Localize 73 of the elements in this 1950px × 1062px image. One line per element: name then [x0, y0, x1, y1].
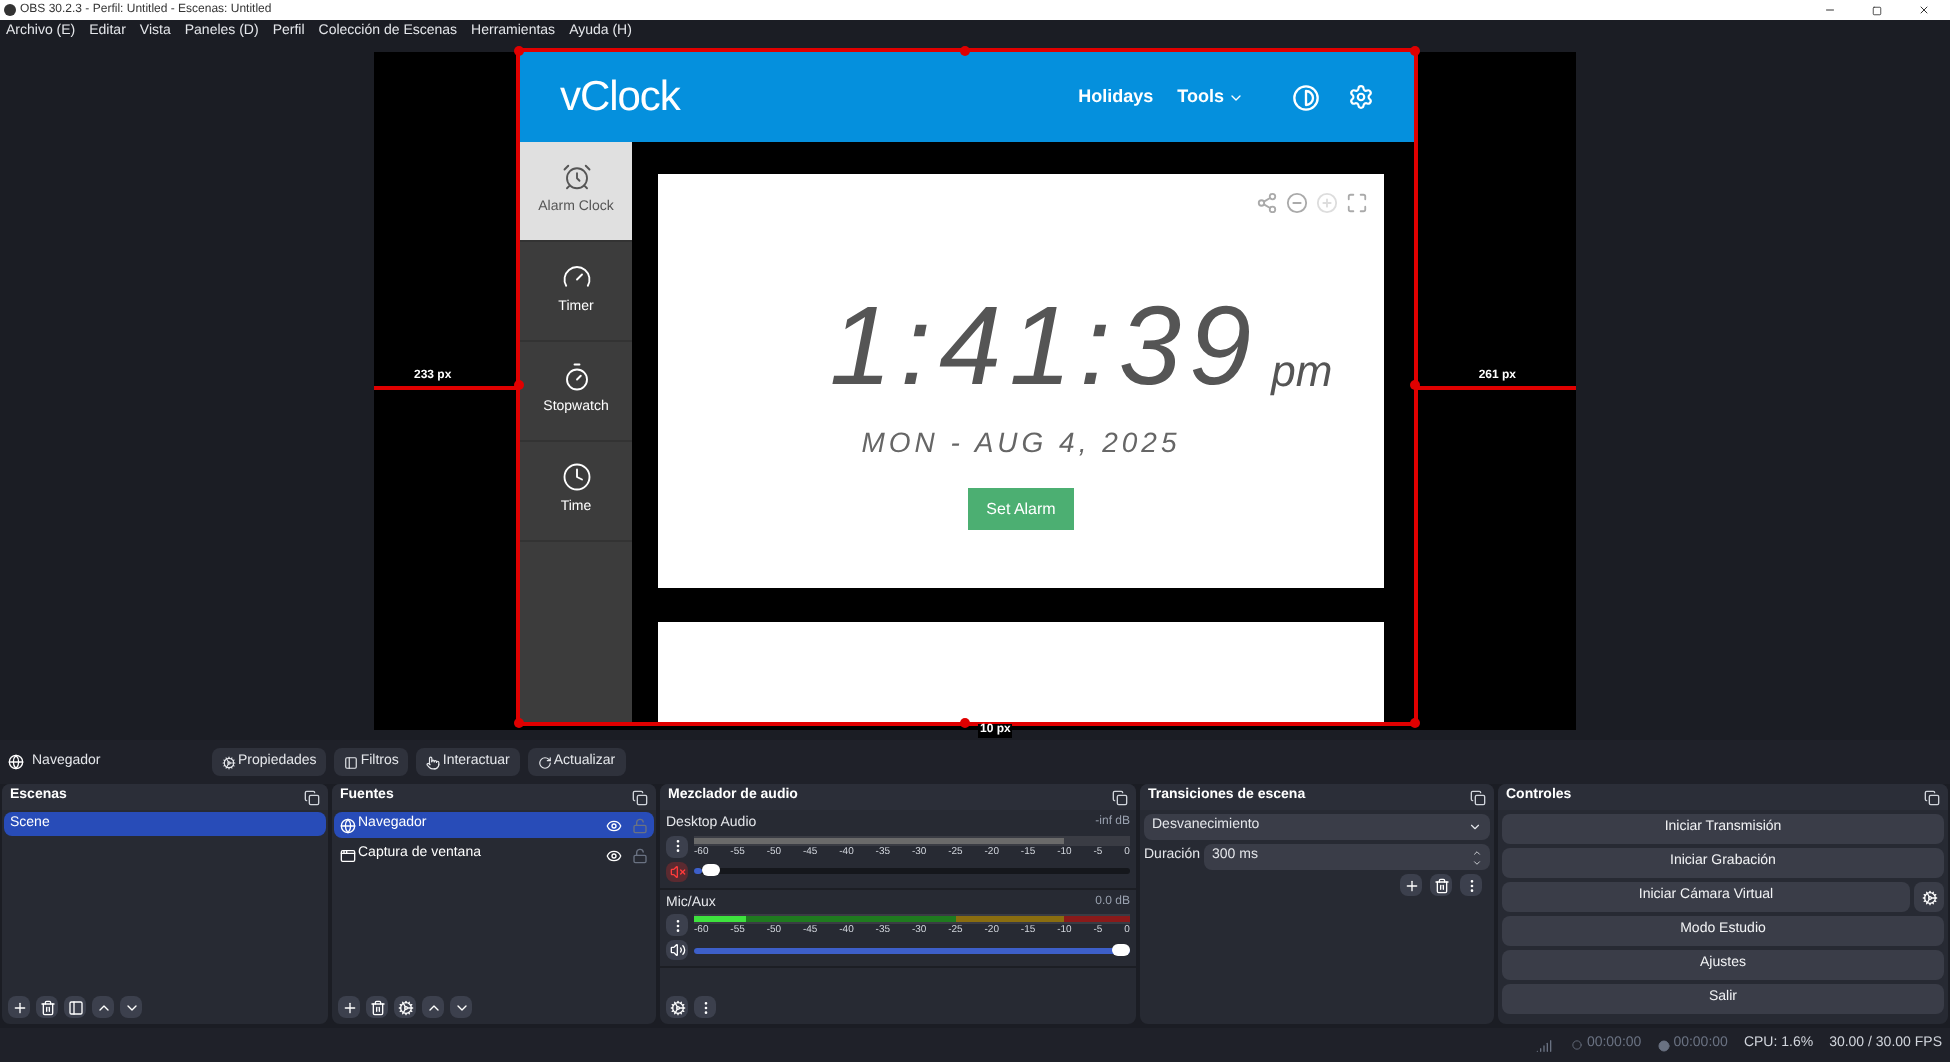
- gear-icon: [222, 755, 236, 769]
- close-icon[interactable]: [1918, 4, 1930, 16]
- resize-handle[interactable]: [1410, 46, 1420, 56]
- clock-time: 1:41:39: [829, 298, 1260, 394]
- chevron-down-icon: [1468, 820, 1482, 834]
- gear-icon: [1921, 889, 1937, 905]
- volume-thumb[interactable]: [702, 864, 721, 876]
- float-dock-icon[interactable]: [1112, 789, 1128, 805]
- trash-icon: [369, 999, 385, 1015]
- clock-icon: [561, 462, 591, 493]
- spin-up-icon[interactable]: [1472, 847, 1482, 857]
- resize-handle[interactable]: [514, 718, 524, 728]
- dial-icon: [561, 262, 591, 293]
- unlocked-icon[interactable]: [632, 847, 648, 863]
- plus-icon: [341, 999, 357, 1015]
- resize-handle[interactable]: [514, 46, 524, 56]
- clock-date: MON - AUG 4, 2025: [861, 424, 1181, 462]
- contrast-icon[interactable]: [1292, 83, 1320, 111]
- refresh-icon: [537, 755, 552, 769]
- delete-button[interactable]: [1430, 874, 1452, 896]
- filter-icon: [67, 999, 83, 1015]
- record-status-icon: [1657, 1039, 1670, 1051]
- float-dock-icon[interactable]: [632, 789, 648, 805]
- alarm-clock-icon: [561, 162, 591, 193]
- trash-icon: [39, 999, 55, 1015]
- window-icon: [340, 847, 356, 863]
- filter-button[interactable]: [64, 996, 86, 1018]
- stream-status-icon: [1572, 1040, 1583, 1050]
- resize-handle[interactable]: [960, 718, 970, 728]
- move-down-button[interactable]: [450, 996, 472, 1018]
- resize-handle[interactable]: [960, 46, 970, 56]
- gear-icon: [397, 999, 413, 1015]
- settings-icon[interactable]: [1348, 84, 1374, 110]
- filter-icon: [344, 755, 359, 769]
- add-button[interactable]: [1400, 874, 1422, 896]
- add-button[interactable]: [338, 996, 360, 1018]
- clock-ampm: pm: [1271, 350, 1333, 394]
- delete-button[interactable]: [36, 996, 58, 1018]
- plus-icon: [11, 999, 27, 1015]
- spin-down-icon[interactable]: [1472, 857, 1482, 867]
- settings-button[interactable]: [394, 996, 416, 1018]
- float-dock-icon[interactable]: [1470, 789, 1486, 805]
- globe-icon: [8, 754, 24, 770]
- plus-icon: [1403, 877, 1419, 893]
- minimize-icon[interactable]: [1824, 4, 1836, 16]
- resize-handle[interactable]: [1410, 718, 1420, 728]
- advanced-settings-button[interactable]: [666, 996, 688, 1018]
- more-options-button[interactable]: [666, 914, 688, 936]
- eye-icon[interactable]: [606, 817, 622, 833]
- volume-slider[interactable]: [694, 947, 1130, 953]
- more-options-button[interactable]: [694, 996, 716, 1018]
- stopwatch-icon: [561, 362, 591, 393]
- float-dock-icon[interactable]: [304, 789, 320, 805]
- gear-icon: [669, 999, 685, 1015]
- settings-button[interactable]: [1914, 882, 1944, 912]
- delete-button[interactable]: [366, 996, 388, 1018]
- move-down-button[interactable]: [120, 996, 142, 1018]
- move-up-button[interactable]: [92, 996, 114, 1018]
- add-button[interactable]: [8, 996, 30, 1018]
- maximize-icon[interactable]: [1872, 5, 1882, 15]
- signal-icon: [1536, 1037, 1553, 1053]
- volume-thumb[interactable]: [1112, 943, 1130, 955]
- app-logo-icon: [4, 4, 16, 16]
- trash-icon: [1433, 877, 1449, 893]
- more-options-button[interactable]: [1460, 874, 1482, 896]
- eye-icon[interactable]: [606, 847, 622, 863]
- pointer-hand-icon: [426, 755, 441, 769]
- move-up-button[interactable]: [422, 996, 444, 1018]
- float-dock-icon[interactable]: [1924, 789, 1940, 805]
- site-logo: vClock: [560, 71, 680, 124]
- mute-button[interactable]: [666, 940, 688, 960]
- globe-icon: [340, 817, 356, 833]
- more-options-button[interactable]: [666, 835, 688, 857]
